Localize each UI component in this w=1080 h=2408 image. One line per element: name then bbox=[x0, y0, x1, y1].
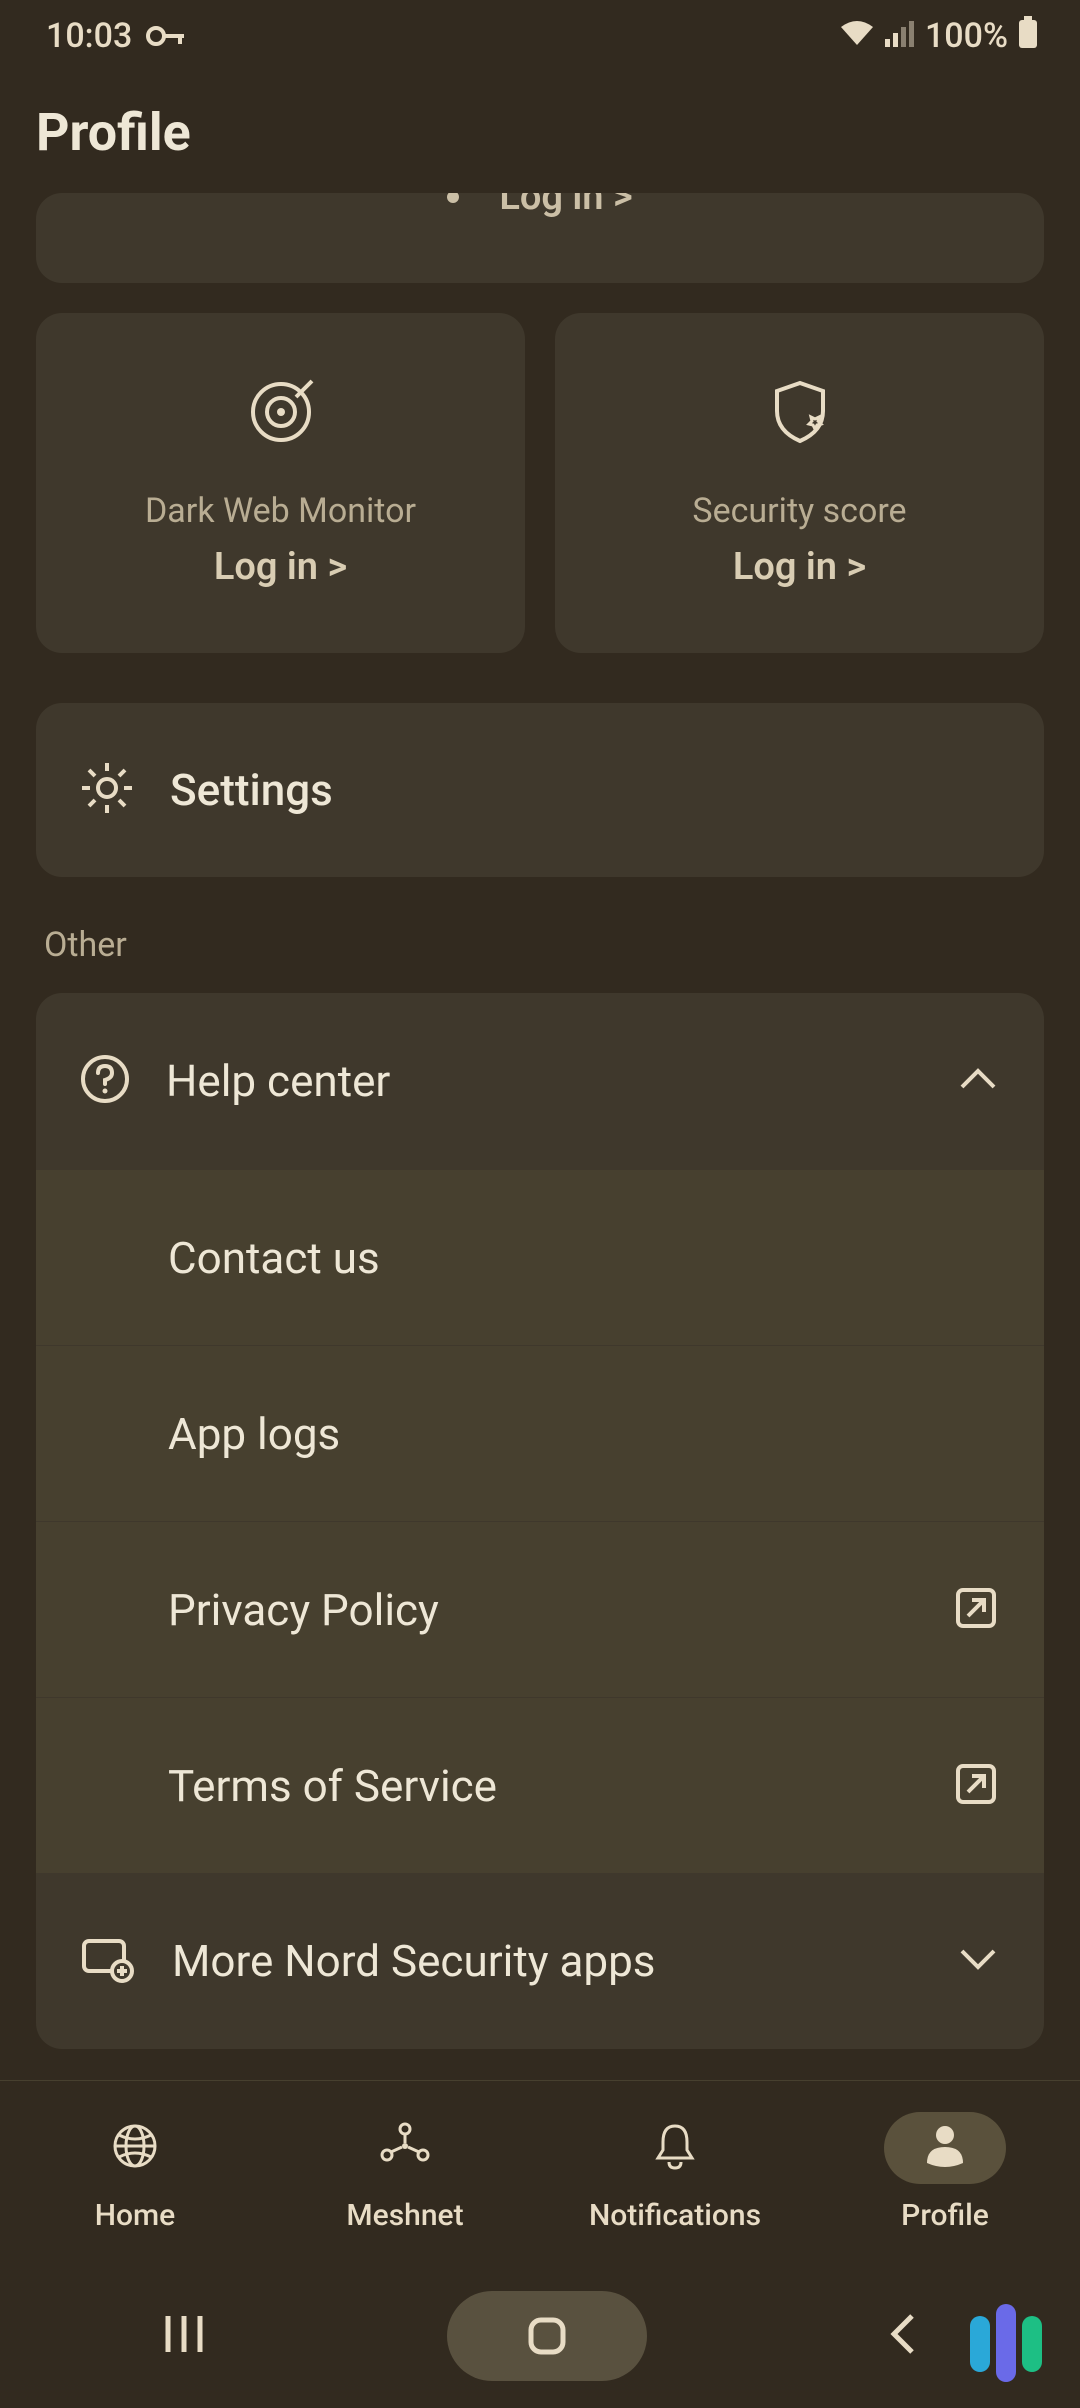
nav-notifications-label: Notifications bbox=[589, 2198, 761, 2233]
bottom-nav: Home Meshnet bbox=[0, 2080, 1080, 2264]
security-score-action: Log in > bbox=[733, 545, 866, 589]
globe-icon bbox=[110, 2121, 160, 2175]
more-apps-row[interactable]: More Nord Security apps bbox=[36, 1873, 1044, 2049]
help-center-label: Help center bbox=[166, 1055, 390, 1107]
settings-label: Settings bbox=[170, 764, 333, 816]
dark-web-title: Dark Web Monitor bbox=[145, 491, 416, 531]
security-score-title: Security score bbox=[692, 491, 906, 531]
login-action: Log in > bbox=[499, 193, 632, 219]
other-list: Help center Contact us App logs Privacy … bbox=[36, 993, 1044, 2049]
dark-web-action: Log in > bbox=[214, 545, 347, 589]
apps-icon bbox=[80, 1935, 136, 1987]
system-nav bbox=[0, 2264, 1080, 2408]
nav-meshnet-label: Meshnet bbox=[346, 2198, 463, 2233]
help-center-row[interactable]: Help center bbox=[36, 993, 1044, 1169]
security-score-card[interactable]: Security score Log in > bbox=[555, 313, 1044, 653]
bullet-icon bbox=[447, 193, 459, 203]
shield-star-icon bbox=[765, 377, 835, 447]
contact-us-row[interactable]: Contact us bbox=[36, 1169, 1044, 1345]
battery-text: 100% bbox=[925, 16, 1008, 56]
meshnet-icon bbox=[379, 2121, 431, 2175]
terms-of-service-row[interactable]: Terms of Service bbox=[36, 1697, 1044, 1873]
help-icon bbox=[80, 1054, 130, 1108]
profile-icon bbox=[923, 2123, 967, 2173]
wifi-icon bbox=[839, 16, 875, 56]
chevron-up-icon bbox=[956, 1065, 1000, 1097]
status-right: 100% bbox=[839, 16, 1038, 57]
page-title: Profile bbox=[0, 72, 1080, 193]
privacy-policy-row[interactable]: Privacy Policy bbox=[36, 1521, 1044, 1697]
external-link-icon bbox=[952, 1584, 1000, 1636]
back-button[interactable] bbox=[886, 2310, 920, 2362]
status-bar: 10:03 100% bbox=[0, 0, 1080, 72]
assistant-icon[interactable] bbox=[970, 2304, 1042, 2372]
home-button[interactable] bbox=[447, 2291, 647, 2381]
more-apps-label: More Nord Security apps bbox=[172, 1935, 656, 1987]
contact-us-label: Contact us bbox=[80, 1232, 380, 1284]
nav-notifications[interactable]: Notifications bbox=[540, 2081, 810, 2264]
app-logs-label: App logs bbox=[80, 1408, 340, 1460]
status-left: 10:03 bbox=[46, 16, 186, 56]
settings-row[interactable]: Settings bbox=[36, 703, 1044, 877]
privacy-policy-label: Privacy Policy bbox=[80, 1584, 439, 1636]
section-other-header: Other bbox=[36, 877, 1044, 993]
login-card-partial[interactable]: Log in > bbox=[36, 193, 1044, 283]
dark-web-monitor-card[interactable]: Dark Web Monitor Log in > bbox=[36, 313, 525, 653]
app-logs-row[interactable]: App logs bbox=[36, 1345, 1044, 1521]
nav-home[interactable]: Home bbox=[0, 2081, 270, 2264]
gear-icon bbox=[80, 761, 134, 819]
chevron-down-icon bbox=[956, 1945, 1000, 1977]
status-time: 10:03 bbox=[46, 16, 132, 56]
battery-icon bbox=[1018, 16, 1038, 57]
nav-profile[interactable]: Profile bbox=[810, 2081, 1080, 2264]
target-icon bbox=[246, 377, 316, 447]
external-link-icon bbox=[952, 1760, 1000, 1812]
signal-icon bbox=[885, 16, 915, 56]
recents-button[interactable] bbox=[160, 2312, 208, 2360]
nav-profile-label: Profile bbox=[901, 2198, 989, 2233]
bell-icon bbox=[651, 2120, 699, 2176]
key-icon bbox=[146, 25, 186, 47]
terms-label: Terms of Service bbox=[80, 1760, 497, 1812]
nav-meshnet[interactable]: Meshnet bbox=[270, 2081, 540, 2264]
nav-home-label: Home bbox=[95, 2198, 176, 2233]
